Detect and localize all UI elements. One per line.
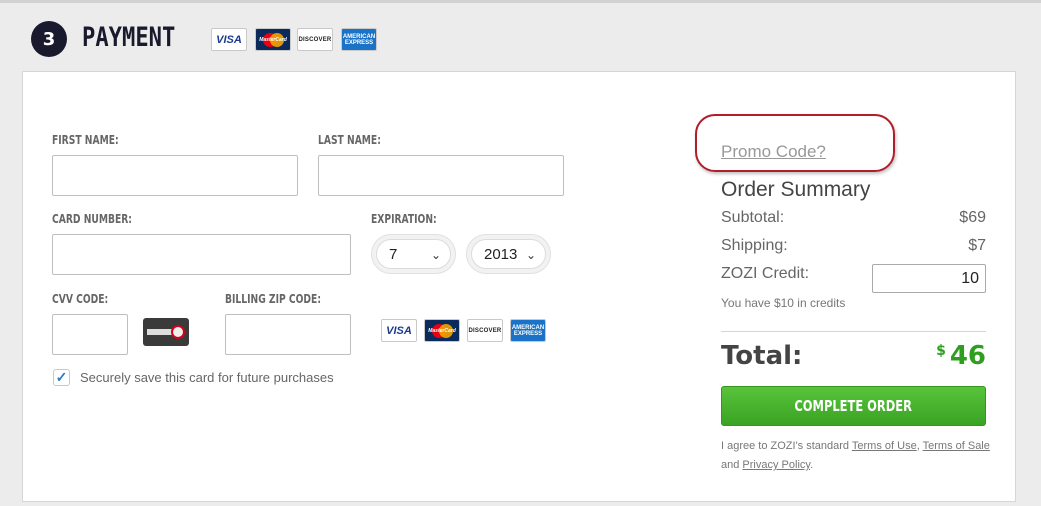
visa-logo-text: VISA xyxy=(386,324,412,337)
last-name-input[interactable] xyxy=(318,155,564,196)
cvv-input[interactable] xyxy=(52,314,128,355)
mastercard-logo-text: MasterCard xyxy=(259,36,287,43)
amex-logo: AMERICAN EXPRESS xyxy=(510,319,546,342)
first-name-input[interactable] xyxy=(52,155,298,196)
subtotal-label: Subtotal: xyxy=(721,209,785,226)
discover-logo: DISCOVER xyxy=(467,319,503,342)
total-amount: 46 xyxy=(949,341,986,371)
credit-label: ZOZI Credit: xyxy=(721,265,810,282)
terms-and: and xyxy=(721,459,740,471)
mastercard-logo-text: MasterCard xyxy=(428,327,456,334)
expiration-month-select[interactable]: 7 ⌄ xyxy=(371,234,456,274)
total-label: Total: xyxy=(721,341,803,371)
save-card-label: Securely save this card for future purch… xyxy=(80,370,334,385)
card-number-input[interactable] xyxy=(52,234,351,275)
terms-of-sale-link[interactable]: Terms of Sale xyxy=(923,440,990,452)
mastercard-logo: MasterCard xyxy=(424,319,460,342)
shipping-value: $7 xyxy=(968,237,986,254)
total-value: $46 xyxy=(936,341,986,371)
discover-logo-text: DISCOVER xyxy=(298,36,332,43)
first-name-label: FIRST NAME: xyxy=(52,133,119,147)
summary-divider xyxy=(721,331,986,332)
mastercard-logo: MasterCard xyxy=(255,28,291,51)
cvv-card-icon xyxy=(143,318,189,346)
shipping-label: Shipping: xyxy=(721,237,788,254)
visa-logo: VISA xyxy=(211,28,247,51)
expiration-year-select[interactable]: 2013 ⌄ xyxy=(466,234,551,274)
visa-logo: VISA xyxy=(381,319,417,342)
complete-order-label: COMPLETE ORDER xyxy=(794,397,913,415)
chevron-down-icon: ⌄ xyxy=(525,248,536,262)
card-number-label: CARD NUMBER: xyxy=(52,212,132,226)
discover-logo-text: DISCOVER xyxy=(468,327,502,334)
amex-logo-text-2: EXPRESS xyxy=(513,330,543,337)
cvv-label: CVV CODE: xyxy=(52,292,109,306)
step-number-badge: 3 xyxy=(31,21,67,57)
last-name-label: LAST NAME: xyxy=(318,133,381,147)
billing-zip-input[interactable] xyxy=(225,314,351,355)
terms-of-use-link[interactable]: Terms of Use xyxy=(852,440,917,452)
zozi-credit-input[interactable]: 10 xyxy=(872,264,986,293)
expiration-month-value: 7 xyxy=(389,245,398,263)
top-divider xyxy=(0,0,1041,3)
discover-logo: DISCOVER xyxy=(297,28,333,51)
order-summary-title: Order Summary xyxy=(721,178,871,201)
save-card-checkbox[interactable]: ✓ xyxy=(53,369,70,386)
complete-order-button[interactable]: COMPLETE ORDER xyxy=(721,386,986,426)
expiration-label: EXPIRATION: xyxy=(371,212,437,226)
zip-label: BILLING ZIP CODE: xyxy=(225,292,321,306)
terms-prefix: I agree to ZOZI's standard xyxy=(721,440,850,452)
total-currency: $ xyxy=(936,343,946,359)
checkmark-icon: ✓ xyxy=(55,369,68,385)
amex-logo-text-2: EXPRESS xyxy=(344,39,374,46)
privacy-policy-link[interactable]: Privacy Policy xyxy=(742,459,810,471)
chevron-down-icon: ⌄ xyxy=(430,248,441,262)
terms-text: I agree to ZOZI's standard Terms of Use,… xyxy=(721,440,990,471)
visa-logo-text: VISA xyxy=(216,33,242,46)
amex-logo: AMERICAN EXPRESS xyxy=(341,28,377,51)
section-title: PAYMENT xyxy=(82,22,176,53)
expiration-year-value: 2013 xyxy=(484,245,518,263)
credit-note: You have $10 in credits xyxy=(721,296,846,310)
subtotal-value: $69 xyxy=(959,209,986,226)
promo-code-link[interactable]: Promo Code? xyxy=(721,142,826,162)
